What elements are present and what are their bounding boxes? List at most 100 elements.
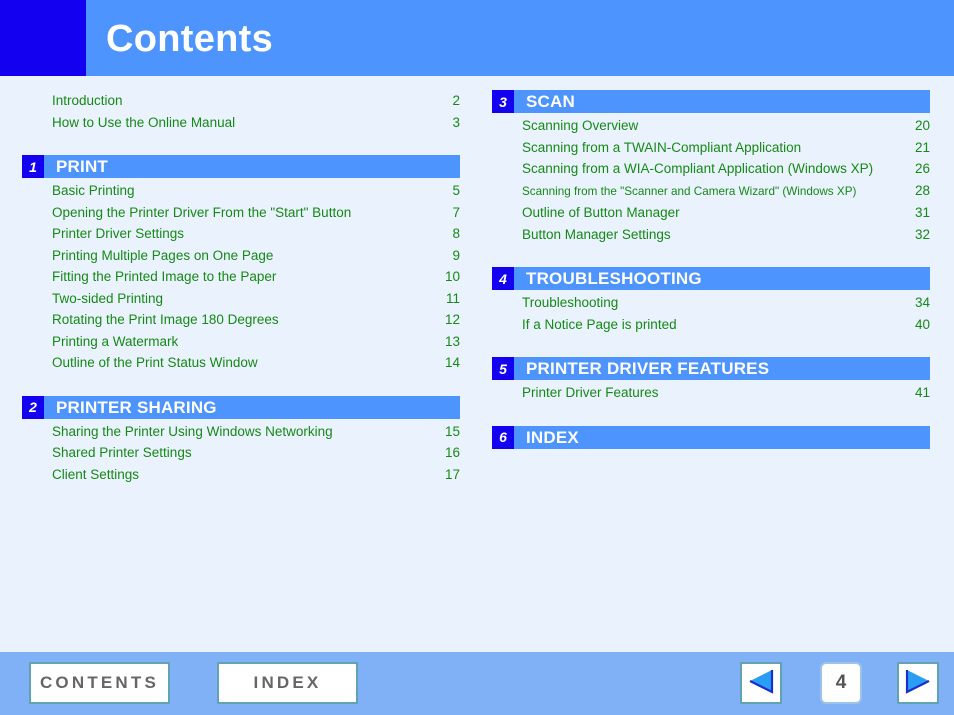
section-number-badge: 2 bbox=[22, 395, 44, 419]
toc-entry-title: Basic Printing bbox=[52, 183, 135, 198]
toc-entry[interactable]: Introduction 2 bbox=[22, 90, 460, 112]
intro-entries: Introduction 2 How to Use the Online Manua… bbox=[22, 90, 460, 133]
section-number-badge: 5 bbox=[492, 357, 514, 380]
toc-list: Printer Driver Features 41 bbox=[492, 382, 930, 404]
toc-entry-page: 34 bbox=[914, 295, 930, 310]
toc-entry[interactable]: Troubleshooting 34 bbox=[492, 292, 930, 314]
toc-entry-page: 13 bbox=[444, 333, 460, 349]
toc-list-intro: Introduction 2 How to Use the Online Manua… bbox=[22, 90, 460, 133]
toc-entry-page: 17 bbox=[444, 466, 460, 482]
section-number-badge: 3 bbox=[492, 90, 514, 113]
toc-entry[interactable]: Printer Driver Features 41 bbox=[492, 382, 930, 404]
toc-entry-page: 41 bbox=[914, 385, 930, 400]
section-header-bar[interactable]: 1 PRINT bbox=[22, 155, 460, 178]
toc-entry-title: Two-sided Printing bbox=[52, 290, 164, 306]
toc-list: Troubleshooting 34 If a Notice Page is pri… bbox=[492, 292, 930, 335]
toc-entry-page: 26 bbox=[914, 161, 930, 176]
toc-entry-title: Shared Printer Settings bbox=[52, 445, 192, 460]
toc-entry-page: 20 bbox=[914, 118, 930, 133]
triangle-left-icon bbox=[746, 667, 776, 700]
toc-entry[interactable]: Outline of Button Manager 31 bbox=[492, 202, 930, 224]
toc-entry[interactable]: Client Settings 17 bbox=[22, 464, 460, 486]
section-header-bar[interactable]: 3 SCAN bbox=[492, 90, 930, 113]
contents-left-column: Introduction 2 How to Use the Online Manua… bbox=[22, 90, 460, 507]
contents-button[interactable]: CONTENTS bbox=[29, 662, 170, 704]
toc-entry-page: 3 bbox=[452, 114, 460, 130]
section-header-bar[interactable]: 6 INDEX bbox=[492, 425, 930, 449]
section-header-bar[interactable]: 4 TROUBLESHOOTING bbox=[492, 267, 930, 290]
contents-right-column: 3 SCAN Scanning Overview 20 Scanning from a … bbox=[492, 90, 930, 471]
header-accent-block bbox=[0, 0, 86, 76]
toc-entry-title: Rotating the Print Image 180 Degrees bbox=[52, 312, 279, 327]
section-header-bar[interactable]: 5 PRINTER DRIVER FEATURES bbox=[492, 357, 930, 380]
toc-entry-title: Scanning from a TWAIN-Compliant Applicat… bbox=[522, 139, 802, 155]
section-block: 2 PRINTER SHARING Sharing the Printer Usin… bbox=[22, 395, 460, 486]
toc-entry[interactable]: Sharing the Printer Using Windows Networ… bbox=[22, 421, 460, 443]
toc-entry-page: 28 bbox=[914, 182, 930, 198]
section-title: TROUBLESHOOTING bbox=[526, 269, 702, 288]
section-title: SCAN bbox=[526, 92, 575, 111]
toc-entry-title: Printing Multiple Pages on One Page bbox=[52, 247, 274, 263]
toc-entry[interactable]: Scanning from a TWAIN-Compliant Applicat… bbox=[492, 137, 930, 159]
toc-entry-page: 9 bbox=[452, 247, 460, 263]
toc-list: Basic Printing 5 Opening the Printer Drive… bbox=[22, 180, 460, 374]
toc-entry-page: 14 bbox=[444, 355, 460, 370]
toc-entry[interactable]: Printing a Watermark 13 bbox=[22, 331, 460, 353]
toc-entry-title: Printer Driver Settings bbox=[52, 226, 185, 241]
toc-entry[interactable]: Scanning Overview 20 bbox=[492, 115, 930, 137]
toc-entry[interactable]: Opening the Printer Driver From the "Sta… bbox=[22, 202, 460, 224]
toc-entry-page: 12 bbox=[444, 312, 460, 327]
toc-entry-title: Outline of Button Manager bbox=[522, 205, 680, 220]
toc-entry-title: Scanning Overview bbox=[522, 118, 639, 133]
left-section-group: 1 PRINT Basic Printing 5 Opening the Printer… bbox=[22, 155, 460, 485]
toc-entry-title: Sharing the Printer Using Windows Networ… bbox=[52, 423, 333, 439]
toc-entry[interactable]: How to Use the Online Manual 3 bbox=[22, 112, 460, 134]
section-number-badge: 1 bbox=[22, 155, 44, 178]
toc-entry[interactable]: Shared Printer Settings 16 bbox=[22, 442, 460, 464]
toc-entry-page: 40 bbox=[914, 316, 930, 332]
section-header-bar[interactable]: 2 PRINTER SHARING bbox=[22, 395, 460, 419]
toc-entry-page: 15 bbox=[444, 423, 460, 439]
toc-entry-title: Outline of the Print Status Window bbox=[52, 355, 258, 370]
toc-entry-page: 16 bbox=[444, 445, 460, 460]
footer-navigation-bar: CONTENTS INDEX 4 bbox=[0, 652, 954, 715]
toc-entry-page: 7 bbox=[452, 204, 460, 220]
toc-list: Sharing the Printer Using Windows Networ… bbox=[22, 421, 460, 486]
toc-entry[interactable]: If a Notice Page is printed 40 bbox=[492, 314, 930, 336]
toc-entry[interactable]: Fitting the Printed Image to the Paper 10 bbox=[22, 266, 460, 288]
toc-entry-page: 21 bbox=[914, 139, 930, 155]
index-button[interactable]: INDEX bbox=[217, 662, 358, 704]
section-block: 3 SCAN Scanning Overview 20 Scanning from a … bbox=[492, 90, 930, 245]
toc-entry[interactable]: Basic Printing 5 bbox=[22, 180, 460, 202]
section-block: 1 PRINT Basic Printing 5 Opening the Printer… bbox=[22, 155, 460, 374]
page-header: Contents bbox=[0, 0, 954, 76]
toc-entry-page: 5 bbox=[452, 183, 460, 198]
page-title: Contents bbox=[106, 18, 274, 60]
section-block: 5 PRINTER DRIVER FEATURES Printer Driver F… bbox=[492, 357, 930, 404]
toc-entry-title: If a Notice Page is printed bbox=[522, 316, 677, 332]
toc-entry-page: 11 bbox=[445, 290, 460, 306]
toc-entry-title: Troubleshooting bbox=[522, 295, 619, 310]
toc-entry-title: Client Settings bbox=[52, 466, 140, 482]
toc-entry[interactable]: Two-sided Printing 11 bbox=[22, 288, 460, 310]
toc-entry[interactable]: Outline of the Print Status Window 14 bbox=[22, 352, 460, 374]
current-page-indicator: 4 bbox=[820, 662, 862, 704]
toc-entry[interactable]: Printing Multiple Pages on One Page 9 bbox=[22, 245, 460, 267]
toc-entry[interactable]: Printer Driver Settings 8 bbox=[22, 223, 460, 245]
section-title: PRINTER DRIVER FEATURES bbox=[526, 359, 770, 378]
section-title: INDEX bbox=[526, 427, 579, 447]
toc-entry-title: How to Use the Online Manual bbox=[52, 114, 236, 130]
section-number-badge: 6 bbox=[492, 425, 514, 449]
section-block: 6 INDEX bbox=[492, 425, 930, 449]
previous-page-button[interactable] bbox=[740, 662, 782, 704]
toc-entry[interactable]: Rotating the Print Image 180 Degrees 12 bbox=[22, 309, 460, 331]
toc-entry[interactable]: Scanning from the "Scanner and Camera Wi… bbox=[492, 180, 930, 203]
toc-entry-title: Opening the Printer Driver From the "Sta… bbox=[52, 204, 352, 220]
toc-entry[interactable]: Scanning from a WIA-Compliant Applicatio… bbox=[492, 158, 930, 180]
toc-entry-title: Scanning from the "Scanner and Camera Wi… bbox=[522, 184, 857, 198]
toc-entry[interactable]: Button Manager Settings 32 bbox=[492, 224, 930, 246]
toc-entry-title: Scanning from a WIA-Compliant Applicatio… bbox=[522, 161, 874, 176]
next-page-button[interactable] bbox=[897, 662, 939, 704]
triangle-right-icon bbox=[903, 667, 933, 700]
section-number-badge: 4 bbox=[492, 267, 514, 290]
